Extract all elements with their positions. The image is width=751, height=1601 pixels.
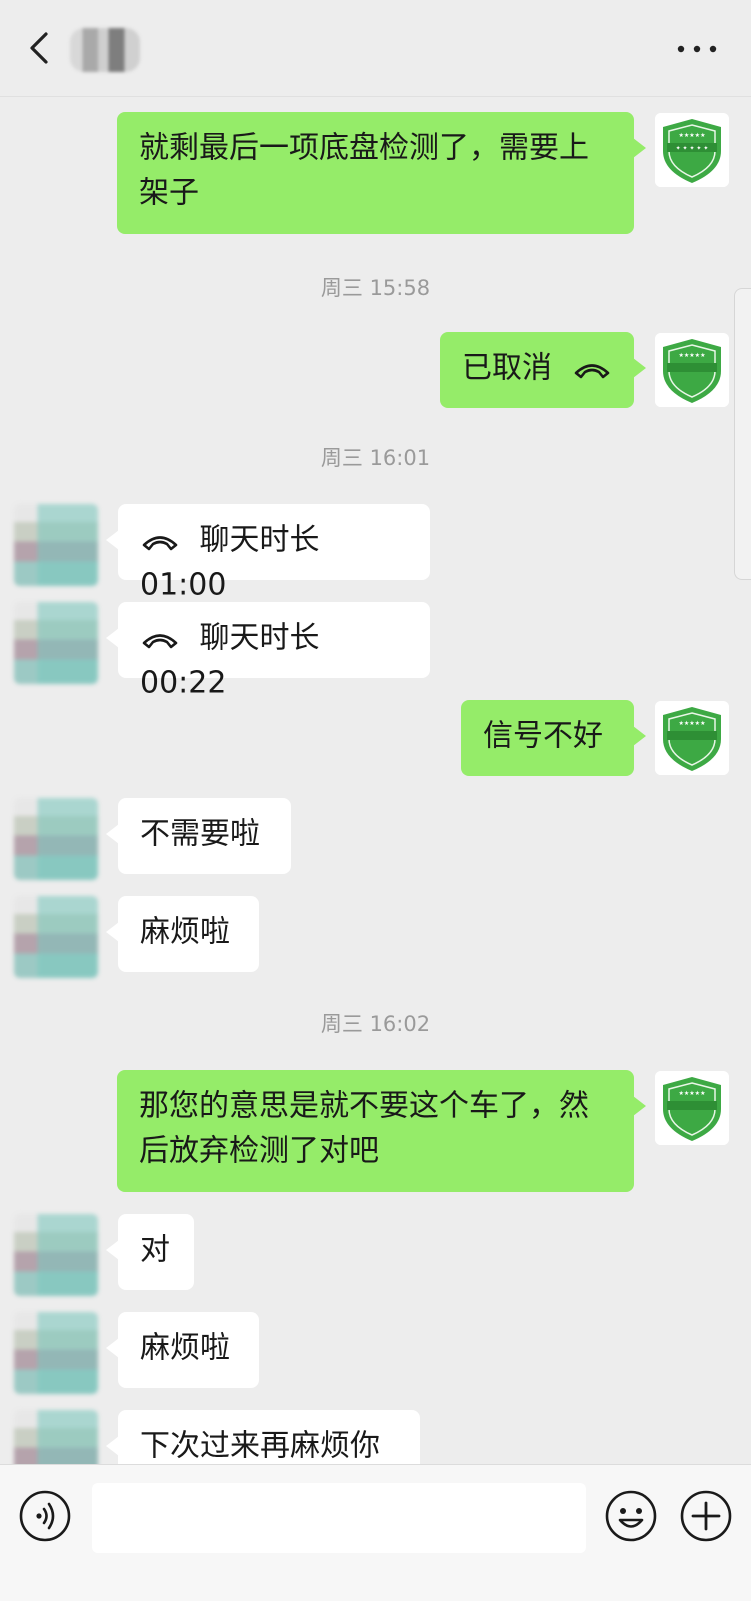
chat-header [0,0,751,97]
message-text: 麻烦啦 [140,914,230,950]
svg-text:★★★★★: ★★★★★ [679,1090,706,1097]
shield-badge-icon: ✦ ✦ ✦ ✦ ✦ ★★★★★ [655,113,729,187]
my-avatar[interactable]: ✦ ✦ ✦ ✦ ✦ ★★★★★ [655,113,729,187]
plus-circle-icon [680,1490,732,1542]
message-text: 下次过来再麻烦你 [140,1428,380,1464]
message-bubble-sent[interactable]: 信号不好 [461,700,646,776]
side-scroll-handle[interactable] [734,288,751,580]
more-dots-icon [677,45,717,53]
message-bubble-sent[interactable]: 那您的意思是就不要这个车了，然后放弃检测了对吧 [117,1070,646,1192]
contact-avatar[interactable] [14,1312,98,1394]
chat-input-bar [0,1464,751,1601]
contact-avatar[interactable] [14,504,98,586]
call-record-sent[interactable]: 已取消 [440,332,646,408]
contact-avatar[interactable] [14,1214,98,1296]
emoji-button[interactable] [604,1489,658,1543]
my-avatar[interactable]: ★★★★★ [655,333,729,407]
message-text: 就剩最后一项底盘检测了，需要上架子 [139,130,589,211]
call-record-received[interactable]: 聊天时长 01:00 [106,504,430,602]
voice-icon [19,1490,71,1542]
svg-text:★★★★★: ★★★★★ [679,352,706,359]
emoji-icon [605,1490,657,1542]
phone-hangup-icon [574,363,609,378]
svg-text:✦ ✦ ✦ ✦ ✦: ✦ ✦ ✦ ✦ ✦ [676,145,709,152]
contact-name-blurred [70,28,140,72]
message-text: 不需要啦 [140,816,260,852]
message-bubble-received[interactable]: 麻烦啦 [106,896,259,972]
message-bubble-sent[interactable]: 就剩最后一项底盘检测了，需要上架子 [117,112,646,234]
message-input[interactable] [92,1483,586,1553]
message-timestamp: 周三 15:58 [320,276,431,300]
contact-avatar[interactable] [14,896,98,978]
shield-badge-icon: ★★★★★ [655,701,729,775]
more-button[interactable] [675,34,725,64]
my-avatar[interactable]: ★★★★★ [655,701,729,775]
message-text: 信号不好 [483,718,603,754]
message-timestamp: 周三 16:02 [320,1012,431,1036]
my-avatar[interactable]: ★★★★★ [655,1071,729,1145]
message-text: 麻烦啦 [140,1330,230,1366]
message-bubble-received[interactable]: 麻烦啦 [106,1312,259,1388]
svg-text:★★★★★: ★★★★★ [679,132,706,139]
message-bubble-received[interactable]: 不需要啦 [106,798,291,874]
message-text: 那您的意思是就不要这个车了，然后放弃检测了对吧 [139,1088,589,1169]
svg-text:★★★★★: ★★★★★ [679,720,706,727]
call-status-text: 已取消 [462,350,552,386]
shield-badge-icon: ★★★★★ [655,333,729,407]
contact-avatar[interactable] [14,798,98,880]
message-timestamp: 周三 16:01 [320,446,431,470]
message-bubble-received[interactable]: 对 [106,1214,194,1290]
contact-avatar[interactable] [14,602,98,684]
voice-button[interactable] [18,1489,72,1543]
phone-hangup-icon [142,535,178,550]
more-functions-button[interactable] [679,1489,733,1543]
message-text: 对 [140,1232,170,1268]
call-record-received[interactable]: 聊天时长 00:22 [106,602,430,700]
chevron-left-icon [30,32,48,64]
shield-badge-icon: ★★★★★ [655,1071,729,1145]
phone-hangup-icon [142,633,178,648]
back-button[interactable] [24,28,60,68]
